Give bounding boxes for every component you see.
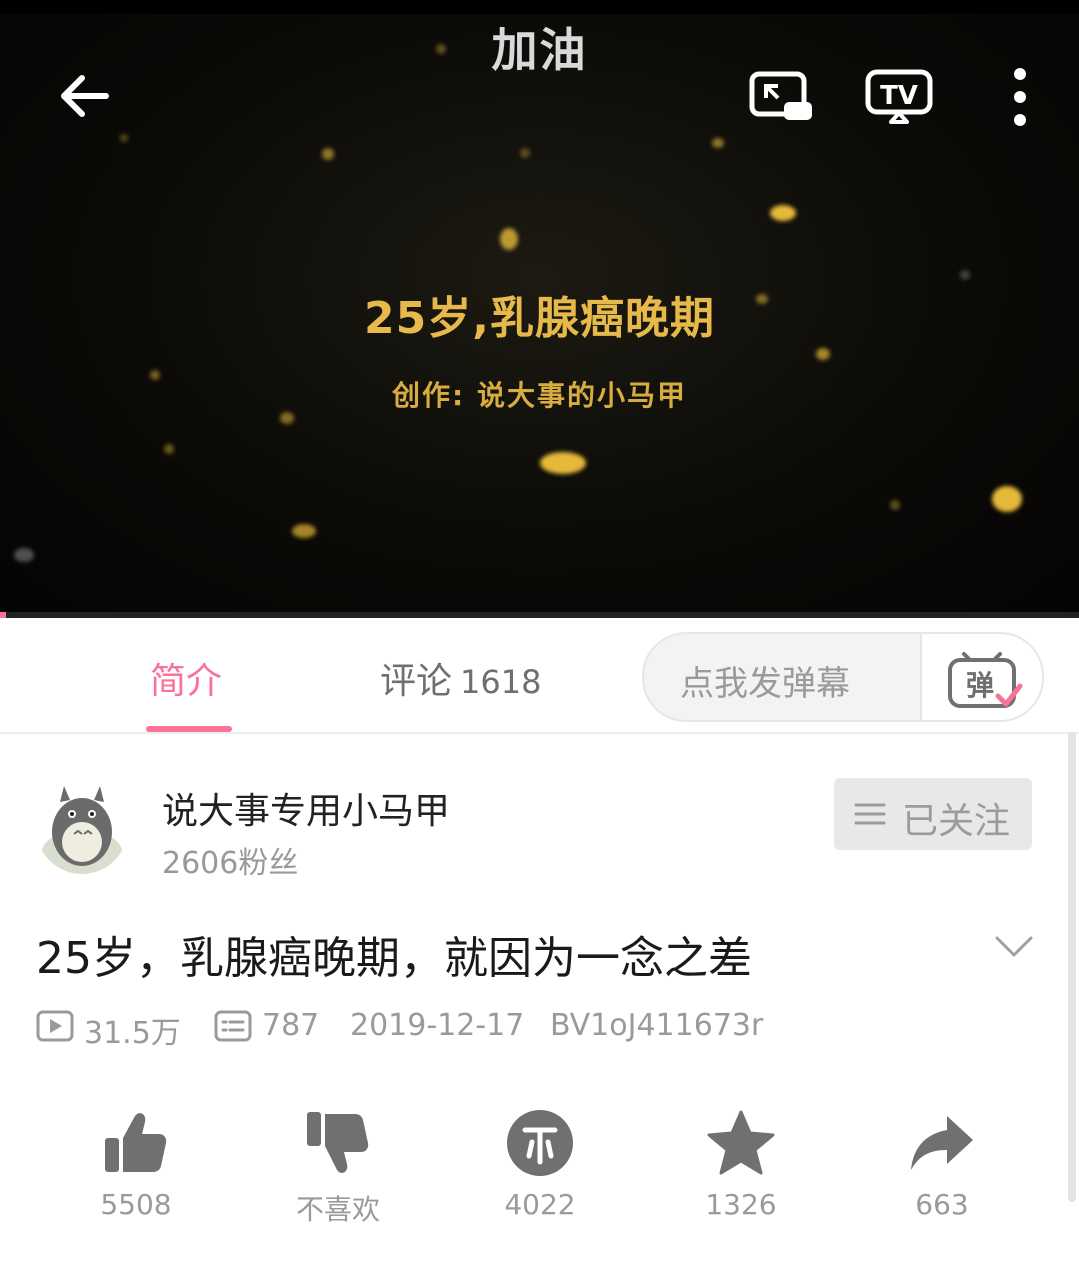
dislike-label: 不喜欢 [295,1193,380,1226]
avatar[interactable] [36,782,128,874]
video-player[interactable]: 加油 TV 25岁,乳腺癌晚期 创作: 说大事的小马甲 [0,0,1079,618]
video-credit-caption: 创作: 说大事的小马甲 [392,379,687,412]
like-button[interactable]: 5508 [36,1108,236,1221]
menu-lines-icon [854,803,886,825]
picture-in-picture-button[interactable] [748,68,814,126]
tab-comments-label: 评论 [380,661,453,702]
particle [890,500,900,510]
particle [770,205,796,221]
particle [292,524,316,538]
coin-button[interactable]: 4022 [440,1108,640,1221]
tab-bar: 简介 评论 1618 点我发弹幕 弹 [0,618,1079,734]
thumbs-down-icon [307,1112,369,1173]
section-divider [0,732,1079,734]
picture-in-picture-icon [749,71,812,120]
share-arrow-icon [911,1116,973,1170]
dislike-button[interactable]: 不喜欢 [238,1108,438,1228]
share-count: 663 [915,1188,969,1221]
particle [164,444,174,454]
particle [322,148,334,160]
favorite-button[interactable]: 1326 [641,1108,841,1221]
thumbs-up-icon [105,1113,167,1172]
danmaku-toggle-button[interactable]: 弹 [920,634,1042,720]
tab-comments-count: 1618 [460,663,542,701]
author-fans-count: 2606粉丝 [162,846,299,881]
tv-cast-icon: TV [865,69,933,124]
coin-icon [507,1110,573,1176]
publish-date: 2019-12-17 [350,1008,525,1043]
view-count: 31.5万 [84,1016,181,1051]
danmaku-count-icon [214,1010,252,1042]
star-icon [707,1110,775,1175]
author-name[interactable]: 说大事专用小马甲 [162,782,450,834]
tab-intro[interactable]: 简介 [150,652,222,704]
particle [500,228,518,250]
video-title: 25岁，乳腺癌晚期，就因为一念之差 [36,933,752,984]
particle [14,548,34,562]
svg-text:弹: 弹 [966,669,994,702]
expand-description-button[interactable] [994,934,1034,960]
video-headline-caption: 25岁,乳腺癌晚期 [364,293,715,344]
particle [120,134,128,142]
danmaku-count: 787 [262,1008,320,1043]
particle [712,138,724,148]
svg-text:TV: TV [880,81,918,111]
scrollbar[interactable] [1068,732,1076,1202]
follow-button-label: 已关注 [902,801,1011,842]
tv-cast-button[interactable]: TV [864,68,936,126]
danmaku-placeholder[interactable]: 点我发弹幕 [680,656,850,705]
back-arrow-icon [61,75,109,117]
danmaku-icon: 弹 [948,652,1023,708]
totoro-avatar-icon [36,782,128,874]
more-options-button[interactable] [1000,66,1040,128]
chevron-down-icon [995,936,1033,957]
share-button[interactable]: 663 [842,1108,1042,1221]
particle [992,486,1022,512]
follow-button[interactable]: 已关注 [834,778,1032,850]
play-count-icon [36,1010,74,1042]
video-bvid: BV1oJ411673r [550,1008,764,1043]
particle [520,148,530,158]
status-strip [0,0,1079,14]
back-button[interactable] [56,66,116,126]
particle [960,270,970,280]
tab-comments[interactable]: 评论 1618 [380,652,541,704]
more-vertical-icon [1014,68,1026,126]
coin-count: 4022 [504,1188,576,1221]
particle [540,452,586,474]
particle [816,348,830,360]
danmaku-input-box[interactable]: 点我发弹幕 弹 [642,632,1044,722]
like-count: 5508 [100,1188,172,1221]
favorite-count: 1326 [705,1188,777,1221]
